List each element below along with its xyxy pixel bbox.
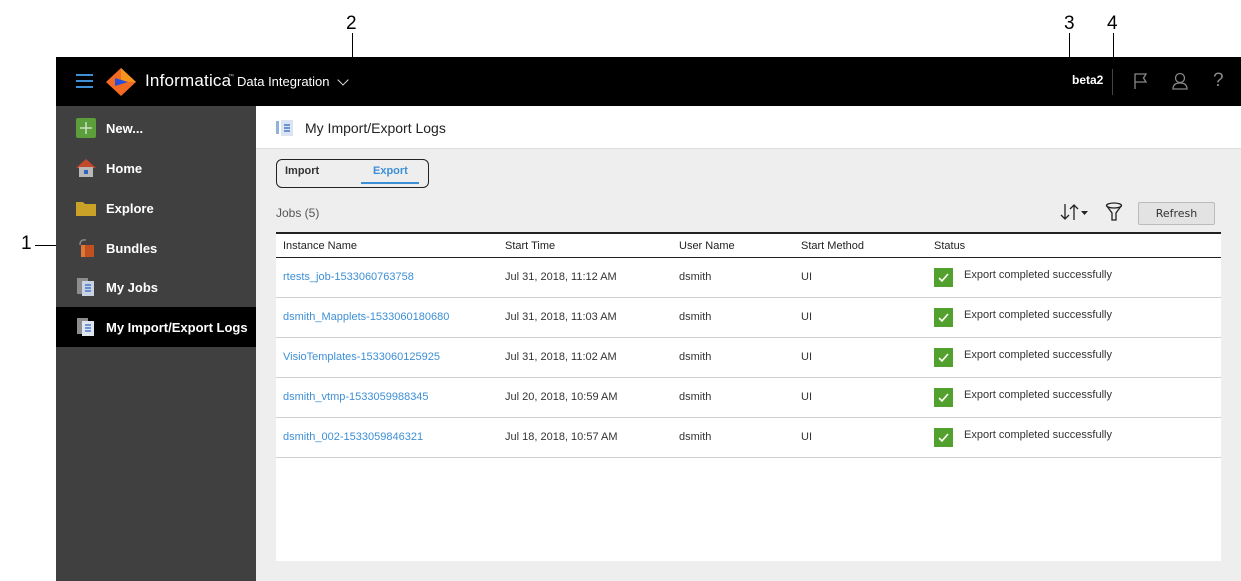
- callout-4: 4: [1107, 13, 1118, 34]
- help-icon[interactable]: ?: [1213, 70, 1233, 91]
- tab-import[interactable]: Import: [285, 165, 319, 177]
- page-title: My Import/Export Logs: [305, 120, 446, 136]
- sidebar-item-label: My Import/Export Logs: [106, 319, 248, 335]
- sidebar-item-home[interactable]: Home: [56, 148, 256, 188]
- start-method: UI: [801, 311, 812, 323]
- callout-2: 2: [346, 13, 357, 34]
- start-time: Jul 31, 2018, 11:02 AM: [505, 351, 617, 363]
- plus-icon: [76, 118, 96, 138]
- start-method: UI: [801, 391, 812, 403]
- sidebar-item-bundles[interactable]: Bundles: [56, 228, 256, 268]
- table-row: VisioTemplates-1533060125925 Jul 31, 201…: [276, 338, 1221, 378]
- filter-icon[interactable]: [1105, 202, 1123, 222]
- instance-name-link[interactable]: dsmith_Mapplets-1533060180680: [283, 311, 449, 323]
- instance-name-link[interactable]: VisioTemplates-1533060125925: [283, 351, 440, 363]
- user-name: dsmith: [679, 271, 712, 283]
- column-header-status[interactable]: Status: [934, 240, 965, 252]
- column-header-start-method[interactable]: Start Method: [801, 240, 864, 252]
- product-name: Data Integration: [237, 74, 330, 89]
- table-row: dsmith_Mapplets-1533060180680 Jul 31, 20…: [276, 298, 1221, 338]
- logs-icon: [77, 318, 94, 336]
- sidebar-item-my-jobs[interactable]: My Jobs: [56, 267, 256, 307]
- start-time: Jul 18, 2018, 10:57 AM: [505, 431, 618, 443]
- instance-name-link[interactable]: dsmith_vtmp-1533059988345: [283, 391, 429, 403]
- status-text: Export completed successfully: [964, 429, 1112, 441]
- active-tab-indicator: [361, 182, 419, 184]
- callout-1: 1: [21, 233, 32, 254]
- instance-name-link[interactable]: dsmith_002-1533059846321: [283, 431, 423, 443]
- success-check-icon: [934, 268, 953, 287]
- instance-name-link[interactable]: rtests_job-1533060763758: [283, 271, 414, 283]
- logs-icon: [276, 120, 293, 136]
- informatica-logo-icon: [106, 68, 136, 96]
- success-check-icon: [934, 348, 953, 367]
- tab-bar: Import Export: [276, 159, 429, 188]
- status-text: Export completed successfully: [964, 269, 1112, 281]
- status-text: Export completed successfully: [964, 309, 1112, 321]
- brand-name: Informatica: [145, 71, 232, 90]
- flag-icon[interactable]: [1131, 71, 1151, 91]
- product-switcher[interactable]: Data Integration: [237, 73, 349, 89]
- status-text: Export completed successfully: [964, 349, 1112, 361]
- jobs-icon: [77, 278, 94, 296]
- table-row: dsmith_002-1533059846321 Jul 18, 2018, 1…: [276, 418, 1221, 458]
- status-text: Export completed successfully: [964, 389, 1112, 401]
- column-header-instance-name[interactable]: Instance Name: [283, 240, 357, 252]
- table-header: Instance Name Start Time User Name Start…: [276, 232, 1221, 258]
- jobs-count: Jobs (5): [276, 206, 320, 220]
- main-content: My Import/Export Logs Import Export Jobs…: [256, 106, 1241, 581]
- org-name: beta2: [1072, 73, 1104, 87]
- sidebar-item-new[interactable]: New...: [56, 108, 256, 148]
- sidebar-item-label: Explore: [106, 200, 154, 216]
- user-icon[interactable]: [1170, 71, 1190, 91]
- column-header-start-time[interactable]: Start Time: [505, 240, 555, 252]
- user-name: dsmith: [679, 431, 712, 443]
- start-method: UI: [801, 431, 812, 443]
- divider: [1112, 69, 1113, 95]
- page-header: My Import/Export Logs: [256, 106, 1241, 149]
- start-time: Jul 31, 2018, 11:03 AM: [505, 311, 617, 323]
- start-time: Jul 31, 2018, 11:12 AM: [505, 271, 617, 283]
- sidebar-item-label: My Jobs: [106, 279, 159, 295]
- user-name: dsmith: [679, 391, 712, 403]
- sidebar-item-my-import-export-logs[interactable]: My Import/Export Logs: [56, 307, 256, 347]
- column-header-user-name[interactable]: User Name: [679, 240, 735, 252]
- refresh-button[interactable]: Refresh: [1138, 202, 1215, 225]
- top-bar: Informatica ™ Data Integration beta2 ?: [56, 57, 1241, 106]
- sidebar-item-label: Home: [106, 160, 143, 176]
- user-name: dsmith: [679, 351, 712, 363]
- sidebar-item-label: Bundles: [106, 240, 158, 256]
- sidebar-item-explore[interactable]: Explore: [56, 188, 256, 228]
- start-method: UI: [801, 351, 812, 363]
- table-row: dsmith_vtmp-1533059988345 Jul 20, 2018, …: [276, 378, 1221, 418]
- menu-icon[interactable]: [76, 74, 93, 88]
- app-window: Informatica ™ Data Integration beta2 ? N…: [56, 57, 1241, 581]
- sidebar: New... Home Explore Bundles My Jobs My I…: [56, 106, 256, 581]
- success-check-icon: [934, 388, 953, 407]
- sidebar-item-label: New...: [106, 120, 144, 136]
- tab-export[interactable]: Export: [373, 165, 408, 177]
- home-icon: [76, 159, 96, 177]
- table-row: rtests_job-1533060763758 Jul 31, 2018, 1…: [276, 258, 1221, 298]
- trademark: ™: [228, 74, 234, 80]
- chevron-down-icon: [336, 73, 349, 86]
- jobs-table: Instance Name Start Time User Name Start…: [276, 232, 1221, 561]
- callout-3: 3: [1064, 13, 1075, 34]
- user-name: dsmith: [679, 311, 712, 323]
- start-method: UI: [801, 271, 812, 283]
- success-check-icon: [934, 428, 953, 447]
- success-check-icon: [934, 308, 953, 327]
- bundle-icon: [79, 239, 94, 257]
- folder-icon: [76, 202, 96, 216]
- start-time: Jul 20, 2018, 10:59 AM: [505, 391, 618, 403]
- sort-icon[interactable]: [1060, 202, 1090, 222]
